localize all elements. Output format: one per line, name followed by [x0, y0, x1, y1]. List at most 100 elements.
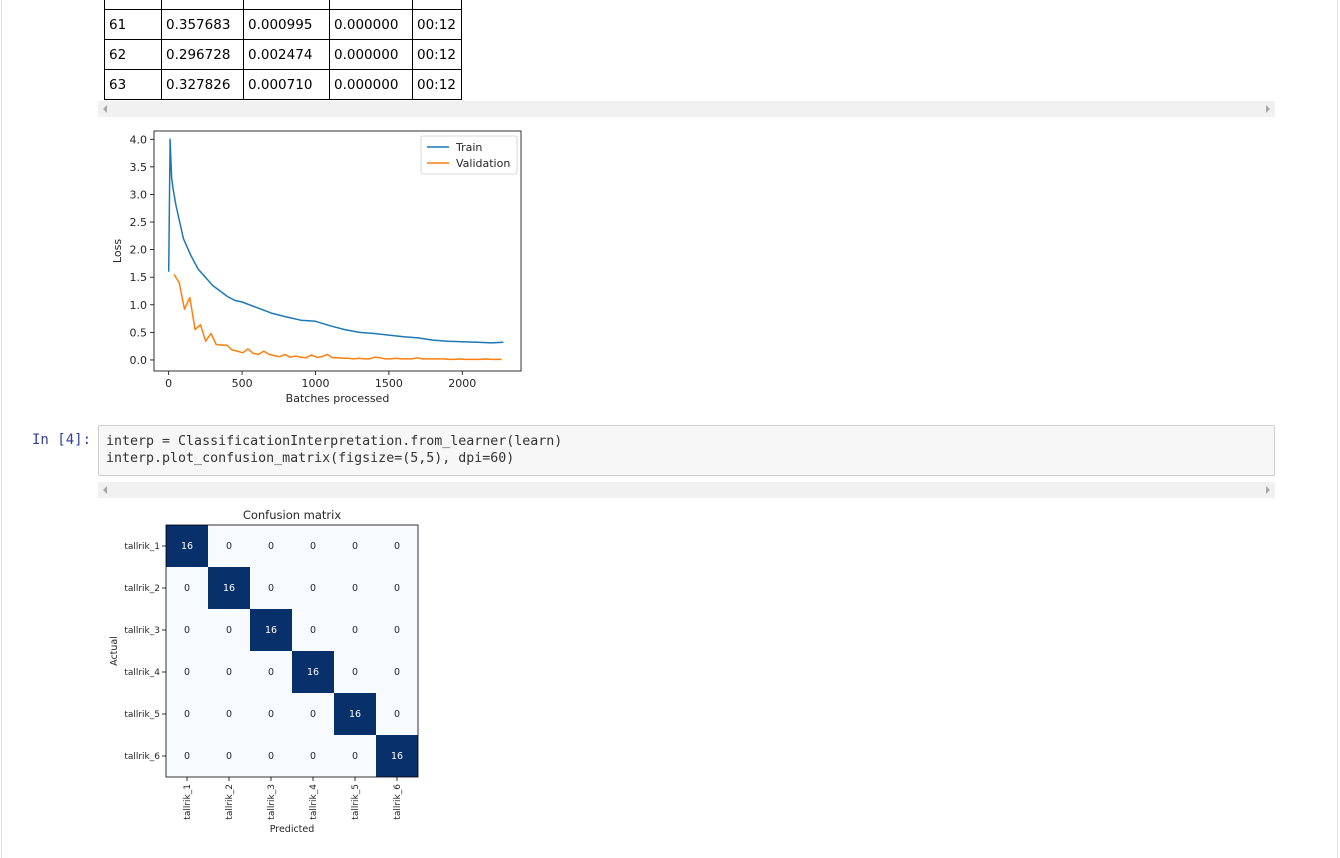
x-tick-label: 1500	[375, 377, 403, 390]
time-cell: 00:12	[413, 10, 462, 40]
output-horizontal-scrollbar[interactable]	[98, 101, 1275, 117]
x-tick-label: 500	[232, 377, 253, 390]
legend-label: Validation	[456, 157, 510, 170]
cell-value-label: 0	[310, 625, 316, 636]
table-row: 61 0.357683 0.000995 0.000000 00:12	[105, 10, 462, 40]
cell-value-label: 16	[391, 751, 403, 762]
output-horizontal-scrollbar[interactable]	[98, 482, 1275, 498]
y-tick-label: tallrik_4	[124, 668, 160, 678]
cell-value-label: 0	[226, 625, 232, 636]
cell-value-label: 0	[268, 751, 274, 762]
cell-value-label: 0	[310, 709, 316, 720]
scroll-left-arrow-icon[interactable]	[103, 105, 107, 113]
time-cell: 00:12	[413, 70, 462, 100]
y-tick-label: 4.0	[130, 133, 148, 146]
cell-value-label: 0	[268, 667, 274, 678]
cell-value-label: 0	[394, 583, 400, 594]
train-loss-cell: 0.327826	[162, 70, 244, 100]
y-tick-label: tallrik_3	[124, 626, 160, 636]
legend-label: Train	[455, 141, 482, 154]
y-tick-label: 1.0	[130, 299, 148, 312]
table-row	[105, 0, 462, 10]
input-prompt: In [4]:	[32, 432, 91, 448]
x-tick-label: tallrik_4	[309, 784, 319, 820]
cell-value-label: 16	[181, 541, 193, 552]
time-cell: 00:12	[413, 40, 462, 70]
code-line: interp.plot_confusion_matrix(figsize=(5,…	[106, 450, 1267, 467]
valid-loss-cell: 0.002474	[244, 40, 330, 70]
cell-value-label: 0	[352, 667, 358, 678]
epoch-cell: 63	[105, 70, 162, 100]
x-tick-label: 1000	[301, 377, 329, 390]
cell-value-label: 0	[226, 667, 232, 678]
x-tick-label: 0	[165, 377, 172, 390]
y-axis-label: Loss	[111, 239, 124, 263]
scroll-left-arrow-icon[interactable]	[103, 486, 107, 494]
cell-value-label: 0	[184, 667, 190, 678]
cell-value-label: 0	[268, 541, 274, 552]
chart-title: Confusion matrix	[243, 508, 342, 522]
x-tick-label: tallrik_3	[267, 784, 277, 820]
train-loss-cell: 0.296728	[162, 40, 244, 70]
cell-value-label: 0	[394, 709, 400, 720]
y-tick-label: tallrik_5	[124, 710, 160, 720]
cell-value-label: 0	[268, 583, 274, 594]
y-tick-label: 0.5	[130, 326, 148, 339]
cell-value-label: 0	[226, 751, 232, 762]
cell-value-label: 0	[268, 709, 274, 720]
cell-value-label: 16	[307, 667, 319, 678]
error-rate-cell: 0.000000	[330, 40, 413, 70]
cell-value-label: 0	[394, 667, 400, 678]
y-tick-label: 3.5	[130, 161, 148, 174]
x-tick-label: tallrik_2	[225, 784, 235, 820]
loss-chart: 0 500 1000 1500 2000 0.0 0.5 1.0 1.5 2.0 2.5 3.0 3.5…	[100, 124, 540, 414]
cell-value-label: 0	[310, 583, 316, 594]
cell-value-label: 16	[349, 709, 361, 720]
epoch-cell: 61	[105, 10, 162, 40]
y-tick-label: tallrik_1	[124, 542, 160, 552]
y-tick-label: 2.0	[130, 244, 148, 257]
error-rate-cell: 0.000000	[330, 70, 413, 100]
valid-loss-cell: 0.000995	[244, 10, 330, 40]
epoch-cell: 62	[105, 40, 162, 70]
x-tick-label: 2000	[448, 377, 476, 390]
series-line-1	[174, 274, 502, 359]
y-tick-label: tallrik_6	[124, 752, 160, 762]
cell-value-label: 0	[352, 583, 358, 594]
scroll-right-arrow-icon[interactable]	[1266, 105, 1270, 113]
y-tick-label: 2.5	[130, 216, 148, 229]
y-tick-label: 1.5	[130, 271, 148, 284]
x-tick-label: tallrik_5	[351, 784, 361, 820]
cell-value-label: 0	[310, 541, 316, 552]
train-loss-cell: 0.357683	[162, 10, 244, 40]
y-tick-label: 3.0	[130, 188, 148, 201]
y-tick-label: tallrik_2	[124, 584, 160, 594]
cell-value-label: 0	[184, 751, 190, 762]
cell-value-label: 0	[226, 541, 232, 552]
table-row: 62 0.296728 0.002474 0.000000 00:12	[105, 40, 462, 70]
x-tick-label: tallrik_1	[183, 784, 193, 820]
cell-value-label: 0	[184, 583, 190, 594]
cell-value-label: 0	[352, 751, 358, 762]
code-editor[interactable]: interp = ClassificationInterpretation.fr…	[98, 425, 1275, 476]
error-rate-cell: 0.000000	[330, 10, 413, 40]
cell-value-label: 0	[310, 751, 316, 762]
cell-value-label: 0	[394, 625, 400, 636]
confusion-matrix-chart: Confusion matrix 16 0 0 0 0 0 0 16 0 0 0 0 0 0 16 0 0 0 0 0 0…	[100, 502, 440, 842]
cell-value-label: 0	[352, 625, 358, 636]
cell-value-label: 0	[394, 541, 400, 552]
code-line: interp = ClassificationInterpretation.fr…	[106, 433, 1267, 450]
y-tick-label: 0.0	[130, 354, 148, 367]
valid-loss-cell: 0.000710	[244, 70, 330, 100]
cell-value-label: 0	[352, 541, 358, 552]
x-axis-label: Batches processed	[286, 392, 390, 405]
table-row: 63 0.327826 0.000710 0.000000 00:12	[105, 70, 462, 100]
y-axis-label: Actual	[109, 636, 120, 666]
scroll-right-arrow-icon[interactable]	[1266, 486, 1270, 494]
cell-value-label: 16	[223, 583, 235, 594]
cell-value-label: 0	[226, 709, 232, 720]
cell-value-label: 0	[184, 709, 190, 720]
cell-value-label: 16	[265, 625, 277, 636]
x-tick-label: tallrik_6	[393, 784, 403, 820]
x-axis-label: Predicted	[270, 824, 315, 835]
